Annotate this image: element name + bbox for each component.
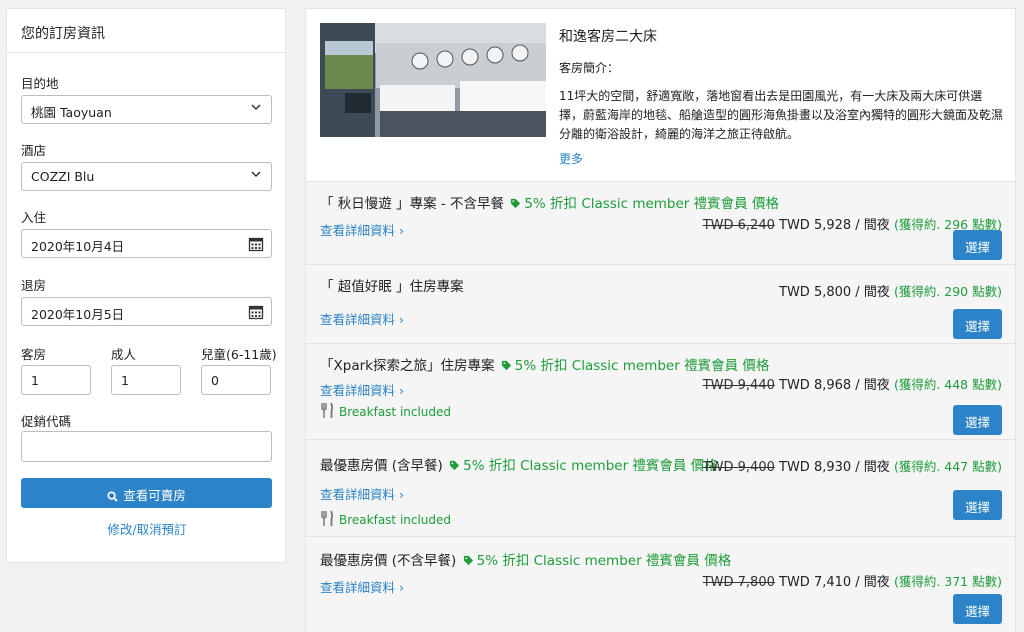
adults-label: 成人 <box>111 347 137 362</box>
room-header: 和逸客房二大床 客房簡介： 11坪大的空間，舒適寬敞，落地窗看出去是田園風光，有… <box>306 9 1015 181</box>
booking-panel: 您的訂房資訊 目的地 桃園 Taoyuan 酒店 COZZI Blu 入住 20… <box>6 8 286 563</box>
calendar-icon[interactable] <box>248 304 264 320</box>
original-price: TWD 9,400 <box>702 460 775 475</box>
promo-tag: 5% 折扣 Classic member 禮賓會員 價格 <box>499 358 770 374</box>
rate-title: 最優惠房價 (不含早餐) 5% 折扣 Classic member 禮賓會員 價… <box>320 549 731 569</box>
chevron-down-icon <box>251 171 261 178</box>
tag-icon <box>463 555 473 566</box>
room-panel: 和逸客房二大床 客房簡介： 11坪大的空間，舒適寬敞，落地窗看出去是田園風光，有… <box>305 8 1016 632</box>
rate-row: 最優惠房價 (不含早餐) 5% 折扣 Classic member 禮賓會員 價… <box>306 536 1015 632</box>
rate-row: 「Xpark探索之旅」住房專案 5% 折扣 Classic member 禮賓會… <box>306 343 1015 439</box>
view-details-link[interactable]: 查看詳細資料 › <box>320 309 404 328</box>
view-details-link[interactable]: 查看詳細資料 › <box>320 577 404 596</box>
view-details-link[interactable]: 查看詳細資料 › <box>320 220 404 239</box>
select-rate-button[interactable]: 選擇 <box>953 309 1002 339</box>
destination-select[interactable]: 桃園 Taoyuan <box>21 95 272 124</box>
promo-text: 5% 折扣 Classic member 禮賓會員 價格 <box>514 358 770 374</box>
checkin-date-input[interactable]: 2020年10月4日 <box>21 229 272 258</box>
promo-code-input[interactable] <box>21 431 272 462</box>
calendar-icon[interactable] <box>248 236 264 252</box>
promo-text: 5% 折扣 Classic member 禮賓會員 價格 <box>463 458 718 474</box>
search-button-label: 查看可賣房 <box>123 488 186 503</box>
current-price: TWD 5,928 / 間夜 <box>774 218 894 233</box>
rate-name: 最優惠房價 (不含早餐) <box>320 553 457 569</box>
children-label: 兒童(6-11歲) <box>201 347 277 362</box>
view-details-link[interactable]: 查看詳細資料 › <box>320 380 404 399</box>
room-photo-image <box>320 23 546 137</box>
original-price: TWD 6,240 <box>702 218 775 233</box>
booking-panel-title: 您的訂房資訊 <box>7 9 285 53</box>
current-price: TWD 8,968 / 間夜 <box>774 378 894 393</box>
rate-row: 「 秋日慢遊 」專案 - 不含早餐 5% 折扣 Classic member 禮… <box>306 181 1015 264</box>
breakfast-info: Breakfast included <box>320 510 451 527</box>
current-price: TWD 7,410 / 間夜 <box>774 575 894 590</box>
promo-tag: 5% 折扣 Classic member 禮賓會員 價格 <box>447 458 718 474</box>
search-icon <box>107 491 118 502</box>
current-price: TWD 5,800 / 間夜 <box>779 285 894 300</box>
hotel-select[interactable]: COZZI Blu <box>21 162 272 191</box>
breakfast-info: Breakfast included <box>320 402 451 419</box>
rate-title: 最優惠房價 (含早餐) 5% 折扣 Classic member 禮賓會員 價格 <box>320 454 718 474</box>
checkout-value: 2020年10月5日 <box>31 307 125 322</box>
destination-value: 桃園 Taoyuan <box>31 105 112 120</box>
children-input[interactable]: 0 <box>201 365 271 395</box>
rate-title: 「Xpark探索之旅」住房專案 5% 折扣 Classic member 禮賓會… <box>320 354 769 374</box>
promo-code-label: 促銷代碼 <box>21 414 72 429</box>
breakfast-text: Breakfast included <box>339 405 452 419</box>
original-price: TWD 9,440 <box>702 378 775 393</box>
breakfast-text: Breakfast included <box>339 513 452 527</box>
rate-price: TWD 5,800 / 間夜 (獲得約. 290 點數) <box>779 281 1002 300</box>
promo-text: 5% 折扣 Classic member 禮賓會員 價格 <box>524 196 779 212</box>
tag-icon <box>450 460 460 471</box>
points-earned: (獲得約. 448 點數) <box>893 377 1002 392</box>
promo-tag: 5% 折扣 Classic member 禮賓會員 價格 <box>508 196 779 212</box>
fork-knife-icon <box>321 510 334 526</box>
manage-booking-link[interactable]: 修改/取消預訂 <box>7 519 287 538</box>
points-earned: (獲得約. 371 點數) <box>893 574 1002 589</box>
rate-row: 「 超值好眠 」住房專案 查看詳細資料 › TWD 5,800 / 間夜 (獲得… <box>306 264 1015 343</box>
hotel-value: COZZI Blu <box>31 169 95 184</box>
room-photo[interactable] <box>320 23 546 137</box>
tag-icon <box>501 360 511 371</box>
view-details-link[interactable]: 查看詳細資料 › <box>320 484 404 503</box>
rate-price: TWD 9,400 TWD 8,930 / 間夜 (獲得約. 447 點數) <box>703 456 1002 475</box>
rooms-input[interactable]: 1 <box>21 365 91 395</box>
room-name: 和逸客房二大床 <box>559 29 657 45</box>
tag-icon <box>511 198 521 209</box>
chevron-down-icon <box>251 104 261 111</box>
rate-name: 「Xpark探索之旅」住房專案 <box>320 358 495 374</box>
rate-price: TWD 7,800 TWD 7,410 / 間夜 (獲得約. 371 點數) <box>703 571 1002 590</box>
destination-label: 目的地 <box>21 76 59 91</box>
rate-name: 「 超值好眠 」住房專案 <box>320 279 464 295</box>
search-availability-button[interactable]: 查看可賣房 <box>21 478 272 508</box>
promo-tag: 5% 折扣 Classic member 禮賓會員 價格 <box>461 553 732 569</box>
adults-input[interactable]: 1 <box>111 365 181 395</box>
points-earned: (獲得約. 290 點數) <box>893 284 1002 299</box>
rate-row: 最優惠房價 (含早餐) 5% 折扣 Classic member 禮賓會員 價格… <box>306 439 1015 536</box>
rooms-label: 客房 <box>21 347 47 362</box>
checkout-date-input[interactable]: 2020年10月5日 <box>21 297 272 326</box>
rate-name: 「 秋日慢遊 」專案 - 不含早餐 <box>320 196 505 212</box>
select-rate-button[interactable]: 選擇 <box>953 490 1002 520</box>
rate-price: TWD 9,440 TWD 8,968 / 間夜 (獲得約. 448 點數) <box>703 374 1002 393</box>
rate-name: 最優惠房價 (含早餐) <box>320 458 443 474</box>
original-price: TWD 7,800 <box>702 575 775 590</box>
rate-title: 「 秋日慢遊 」專案 - 不含早餐 5% 折扣 Classic member 禮… <box>320 192 779 212</box>
room-description: 11坪大的空間，舒適寬敞，落地窗看出去是田園風光，有一大床及兩大床可供選擇，蔚藍… <box>559 89 1004 141</box>
rate-title: 「 超值好眠 」住房專案 <box>320 275 464 295</box>
select-rate-button[interactable]: 選擇 <box>953 405 1002 435</box>
select-rate-button[interactable]: 選擇 <box>953 594 1002 624</box>
fork-knife-icon <box>321 402 334 418</box>
room-more-link[interactable]: 更多 <box>559 150 583 167</box>
points-earned: (獲得約. 447 點數) <box>893 459 1002 474</box>
checkin-label: 入住 <box>21 210 47 225</box>
room-intro-label: 客房簡介： <box>559 61 620 75</box>
checkout-label: 退房 <box>21 278 47 293</box>
checkin-value: 2020年10月4日 <box>31 239 125 254</box>
select-rate-button[interactable]: 選擇 <box>953 230 1002 260</box>
promo-text: 5% 折扣 Classic member 禮賓會員 價格 <box>476 553 732 569</box>
current-price: TWD 8,930 / 間夜 <box>774 460 894 475</box>
hotel-label: 酒店 <box>21 143 47 158</box>
